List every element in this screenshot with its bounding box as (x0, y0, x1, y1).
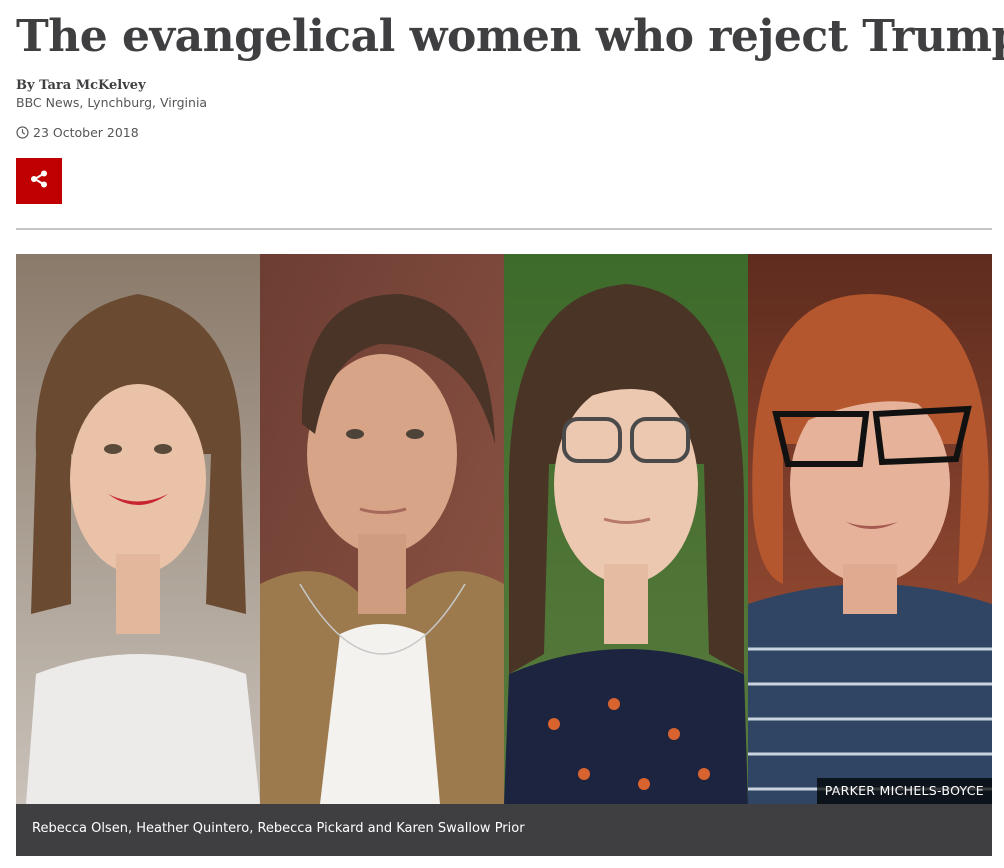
image-credit: PARKER MICHELS-BOYCE (816, 778, 992, 804)
portrait-1 (16, 254, 260, 804)
byline: By Tara McKelvey BBC News, Lynchburg, Vi… (16, 77, 207, 111)
portrait-3 (504, 254, 748, 804)
publish-date: 23 October 2018 (16, 125, 139, 140)
lead-image: PARKER MICHELS-BOYCE (16, 254, 992, 804)
article-headline: The evangelical women who reject Trump (16, 11, 1004, 62)
portrait-4 (748, 254, 992, 804)
date-text: 23 October 2018 (33, 125, 139, 140)
author-location: BBC News, Lynchburg, Virginia (16, 95, 208, 110)
share-icon (29, 169, 49, 193)
clock-icon (16, 126, 29, 139)
portrait-2 (260, 254, 504, 804)
image-caption: Rebecca Olsen, Heather Quintero, Rebecca… (16, 804, 992, 856)
divider (16, 228, 992, 230)
author-name: By Tara McKelvey (16, 78, 146, 93)
share-button[interactable] (16, 158, 62, 204)
